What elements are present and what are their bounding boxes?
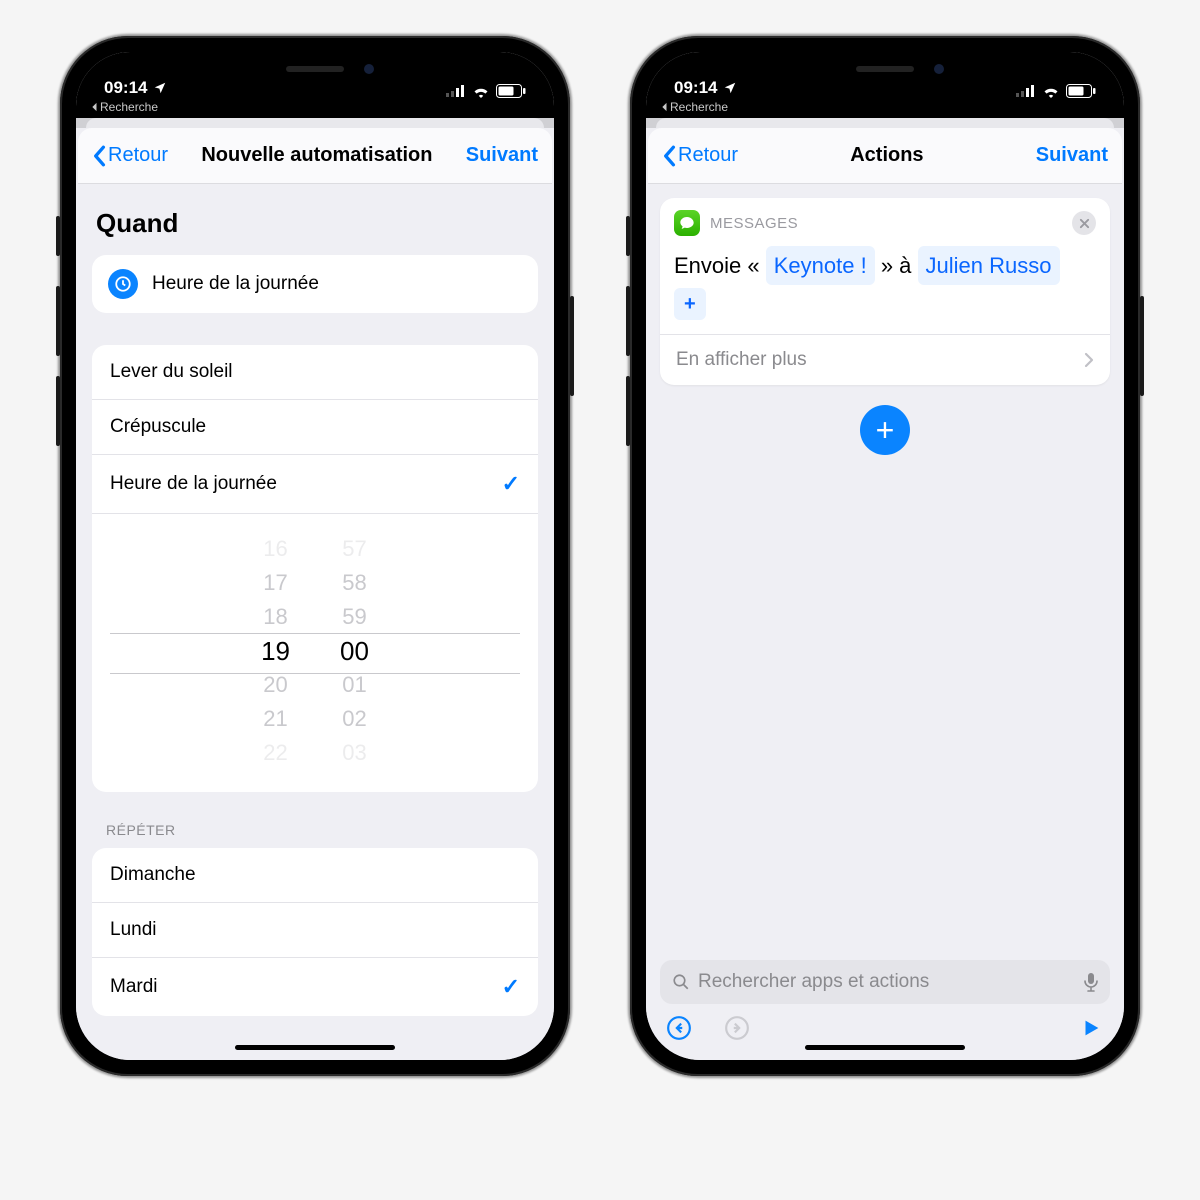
battery-icon [496, 84, 526, 98]
redo-button[interactable] [722, 1013, 752, 1043]
next-button[interactable]: Suivant [466, 144, 538, 167]
action-summary: Envoie « Keynote ! » à Julien Russo + [660, 242, 1110, 334]
wifi-icon [1042, 85, 1060, 98]
option-sunset[interactable]: Crépuscule [92, 400, 538, 455]
section-heading-when: Quand [76, 184, 554, 255]
card-app-label: MESSAGES [710, 215, 798, 232]
time-of-day-pill[interactable]: Heure de la journée [92, 255, 538, 313]
next-button[interactable]: Suivant [1036, 144, 1108, 167]
day-tuesday[interactable]: Mardi ✓ [92, 958, 538, 1016]
search-input[interactable] [698, 971, 1076, 993]
repeat-label: RÉPÉTER [76, 792, 554, 848]
checkmark-icon: ✓ [502, 471, 520, 497]
message-token[interactable]: Keynote ! [766, 246, 875, 285]
device-frame-right: 09:14 Recherche Retour Actions Suivant [630, 36, 1140, 1076]
location-icon [153, 81, 167, 95]
picker-minutes[interactable]: 57 58 59 00 01 02 03 [340, 532, 369, 770]
remove-action-button[interactable] [1072, 211, 1096, 235]
status-time: 09:14 [104, 78, 147, 98]
home-indicator[interactable] [805, 1045, 965, 1050]
chevron-right-icon [1084, 352, 1094, 368]
nav-bar: Retour Actions Suivant [648, 128, 1122, 184]
day-monday[interactable]: Lundi [92, 903, 538, 958]
repeat-group: Dimanche Lundi Mardi ✓ [92, 848, 538, 1016]
search-icon [672, 973, 690, 991]
notch [770, 52, 1000, 86]
notch [200, 52, 430, 86]
option-sunrise[interactable]: Lever du soleil [92, 345, 538, 400]
wifi-icon [472, 85, 490, 98]
chevron-left-icon [662, 145, 676, 167]
cell-signal-icon [446, 85, 466, 97]
back-button[interactable]: Retour [662, 144, 738, 167]
add-action-button[interactable]: + [860, 405, 910, 455]
cell-signal-icon [1016, 85, 1036, 97]
back-button[interactable]: Retour [92, 144, 168, 167]
status-time: 09:14 [674, 78, 717, 98]
day-sunday[interactable]: Dimanche [92, 848, 538, 903]
checkmark-icon: ✓ [502, 974, 520, 1000]
battery-icon [1066, 84, 1096, 98]
breadcrumb[interactable]: Recherche [76, 100, 554, 118]
option-time-of-day[interactable]: Heure de la journée ✓ [92, 455, 538, 514]
page-title: Nouvelle automatisation [201, 144, 432, 167]
breadcrumb-caret-icon [660, 102, 668, 112]
messages-app-icon [674, 210, 700, 236]
messages-action-card: MESSAGES Envoie « Keynote ! » à Julien R… [660, 198, 1110, 385]
nav-bar: Retour Nouvelle automatisation Suivant [78, 128, 552, 184]
device-frame-left: 09:14 Recherche Retour Nouvelle automati… [60, 36, 570, 1076]
show-more-button[interactable]: En afficher plus [660, 334, 1110, 385]
add-recipient-button[interactable]: + [674, 288, 706, 320]
time-picker[interactable]: 16 17 18 19 20 21 22 57 58 59 00 [92, 514, 538, 792]
location-icon [723, 81, 737, 95]
breadcrumb-caret-icon [90, 102, 98, 112]
clock-icon [108, 269, 138, 299]
picker-hours[interactable]: 16 17 18 19 20 21 22 [261, 532, 290, 770]
undo-button[interactable] [664, 1013, 694, 1043]
chevron-left-icon [92, 145, 106, 167]
time-options-group: Lever du soleil Crépuscule Heure de la j… [92, 345, 538, 792]
dictation-icon[interactable] [1084, 972, 1098, 992]
breadcrumb[interactable]: Recherche [646, 100, 1124, 118]
search-field[interactable] [660, 960, 1110, 1004]
bottom-toolbar [664, 1010, 1106, 1046]
home-indicator[interactable] [235, 1045, 395, 1050]
recipient-token[interactable]: Julien Russo [918, 246, 1060, 285]
page-title: Actions [850, 144, 923, 167]
run-button[interactable] [1076, 1013, 1106, 1043]
